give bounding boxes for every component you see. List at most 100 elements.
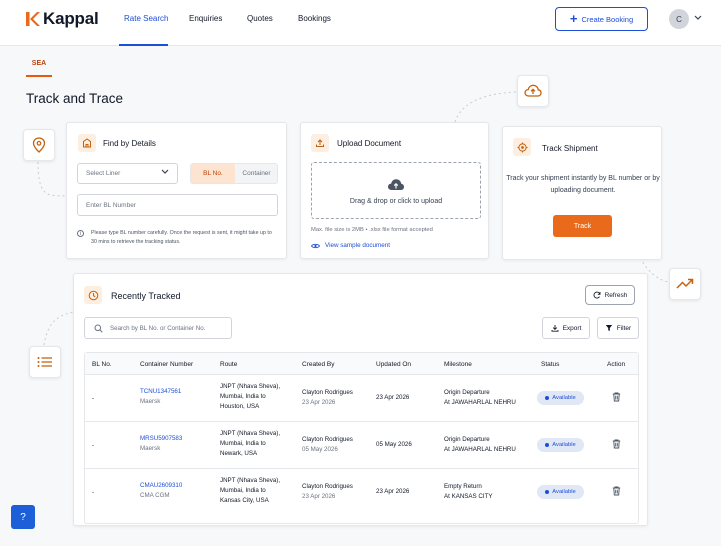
bl-number-input[interactable]: Enter BL Number [77,194,278,216]
cell-updated-on: 23 Apr 2026 [376,488,410,495]
cell-route-3: Newark, USA [220,450,258,457]
search-icon [94,324,103,333]
cell-milestone-2: At JAWAHARLAL NEHRU [444,446,516,453]
view-sample-link[interactable]: View sample document [311,242,390,249]
cell-milestone-1: Origin Departure [444,436,490,443]
status-badge: Available [537,391,584,405]
col-route: Route [220,360,238,368]
cell-liner: CMA CGM [140,492,170,499]
refresh-button[interactable]: Refresh [585,285,635,305]
table-row[interactable]: - MRSU5907583 Maersk JNPT (Nhava Sheva),… [85,422,638,469]
location-pin-icon [32,137,46,153]
status-badge: Available [537,485,584,499]
bl-note-text: Please type BL number carefully. Once th… [91,230,272,245]
track-shipment-description: Track your shipment instantly by BL numb… [506,175,660,194]
cell-created-on: 05 May 2026 [302,446,338,453]
nav-bookings[interactable]: Bookings [298,14,331,23]
refresh-label: Refresh [604,291,628,299]
nav-quotes[interactable]: Quotes [247,14,273,23]
upload-document-card: Upload Document Drag & drop or click to … [300,122,489,259]
cell-created-by: Clayton Rodrigues [302,483,353,490]
building-icon [83,138,91,148]
cell-milestone-2: At JAWAHARLAL NEHRU [444,399,516,406]
active-nav-indicator [119,44,168,46]
col-status: Status [541,360,560,368]
brand-name: Kappal [43,9,99,28]
trending-up-icon [676,278,694,289]
upload-limits: Max. file size is 2MB • .xlsx file forma… [311,227,433,233]
col-created-by: Created By [302,360,335,368]
cloud-upload-icon [524,84,542,97]
status-badge: Available [537,438,584,452]
table-row[interactable]: - CMAU2609310 CMA CGM JNPT (Nhava Sheva)… [85,469,638,516]
track-button[interactable]: Track [553,215,612,237]
kappal-logo-icon [26,12,40,26]
create-booking-button[interactable]: + Create Booking [555,7,648,31]
status-dot [545,490,550,494]
upload-icon [316,139,324,147]
filter-label: Filter [616,324,632,332]
recent-search-placeholder: Search by BL No. or Container No. [110,325,206,332]
cloud-upload-icon [388,179,404,190]
export-button[interactable]: Export [542,317,590,339]
trash-icon[interactable] [612,439,621,449]
bl-note: i Please type BL number carefully. Once … [77,229,277,247]
col-action: Action [607,360,626,368]
cell-route-2: Mumbai, India to [220,393,266,400]
plus-icon: + [569,11,578,26]
table-row[interactable]: - TCNU1347561 Maersk JNPT (Nhava Sheva),… [85,375,638,422]
liner-select[interactable]: Select Liner [77,163,178,184]
cell-route-1: JNPT (Nhava Sheva), [220,383,281,390]
trash-icon[interactable] [612,486,621,496]
tab-sea[interactable]: SEA [26,60,52,67]
cell-container[interactable]: TCNU1347561 [140,387,181,397]
filter-button[interactable]: Filter [597,317,639,339]
chevron-down-icon[interactable] [694,14,702,23]
find-by-details-title: Find by Details [103,139,156,148]
col-updated-on: Updated On [376,360,412,368]
cell-route-1: JNPT (Nhava Sheva), [220,430,281,437]
tab-sea-indicator [26,75,52,77]
refresh-icon [593,291,601,299]
cell-bl-no: - [92,442,95,449]
cell-liner: Maersk [140,398,161,405]
find-by-details-card: Find by Details Select Liner BL No. Cont… [66,122,287,259]
kappal-logo[interactable]: Kappal [26,9,99,29]
info-icon: i [77,230,84,237]
clock-icon [88,290,98,300]
nav-enquiries[interactable]: Enquiries [189,14,222,23]
liner-select-placeholder: Select Liner [86,170,121,177]
recent-tracks-table: BL No. Container Number Route Created By… [84,352,639,524]
status-label: Available [552,489,576,495]
col-bl-no: BL No. [92,360,112,368]
bl-number-placeholder: Enter BL Number [86,202,136,209]
toggle-bl-no[interactable]: BL No. [191,164,235,183]
nav-rate-search[interactable]: Rate Search [124,14,168,23]
target-icon-box [513,138,531,156]
trash-icon[interactable] [612,392,621,402]
create-booking-label: Create Booking [581,14,634,24]
cell-created-by: Clayton Rodrigues [302,389,353,396]
recent-search-input[interactable]: Search by BL No. or Container No. [84,317,232,339]
col-milestone: Milestone [444,360,472,368]
building-icon-box [78,134,96,152]
cell-updated-on: 05 May 2026 [376,441,412,448]
clock-icon-box [84,286,102,304]
list-icon [37,357,52,367]
cell-container[interactable]: CMAU2609310 [140,481,182,491]
view-sample-label: View sample document [325,242,390,249]
toggle-container[interactable]: Container [235,164,278,183]
filter-icon [605,325,612,331]
eye-icon [311,243,320,248]
cell-container[interactable]: MRSU5907583 [140,434,182,444]
location-pin-float [23,129,55,161]
file-dropzone[interactable]: Drag & drop or click to upload [311,162,481,219]
col-container-number: Container Number [140,360,194,368]
cell-milestone-1: Empty Return [444,483,482,490]
cloud-upload-float [517,75,549,107]
chevron-down-icon [161,169,169,177]
cell-route-3: Kansas City, USA [220,497,269,504]
recently-tracked-title: Recently Tracked [111,291,181,301]
help-button[interactable]: ? [11,505,35,529]
avatar[interactable]: C [669,9,689,29]
